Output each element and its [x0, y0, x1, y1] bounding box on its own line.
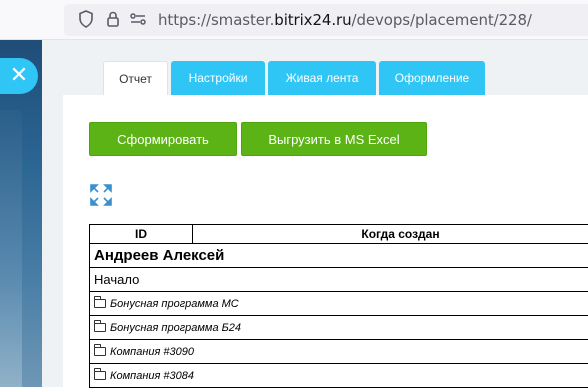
lock-icon[interactable] [103, 9, 123, 29]
tab-report[interactable]: Отчет [103, 61, 168, 96]
permissions-icon[interactable] [128, 9, 148, 29]
table-row[interactable]: Бонусная программа Б24 [90, 316, 588, 340]
start-label: Начало [90, 268, 588, 292]
url-text[interactable]: https://smaster.bitrix24.ru/devops/place… [158, 11, 532, 29]
tab-design[interactable]: Оформление [379, 61, 485, 95]
url-path: /devops/placement/228/ [352, 11, 532, 29]
expand-icon[interactable] [89, 183, 113, 207]
folder-icon [94, 299, 106, 308]
folder-label[interactable]: Бонусная программа МС [110, 298, 239, 310]
folder-icon [94, 347, 106, 356]
folder-label[interactable]: Компания #3090 [110, 346, 194, 358]
table-row[interactable]: Компания #3084 [90, 364, 588, 388]
report-table: ID Когда создан Андреев Алексей Начало Б… [89, 224, 588, 388]
folder-label[interactable]: Бонусная программа Б24 [110, 322, 241, 334]
folder-icon [94, 371, 106, 380]
side-panel-strip [0, 110, 22, 387]
url-domain: bitrix24.ru [274, 11, 351, 29]
table-row: Андреев Алексей [90, 244, 588, 268]
tab-settings[interactable]: Настройки [171, 61, 265, 95]
close-icon[interactable]: ✕ [0, 58, 38, 94]
table-row[interactable]: Компания #3090 [90, 340, 588, 364]
generate-button[interactable]: Сформировать [89, 122, 237, 156]
report-panel: Сформировать Выгрузить в MS Excel ID Ког… [63, 95, 588, 387]
tab-live-feed[interactable]: Живая лента [268, 61, 376, 95]
url-prefix: https://smaster. [158, 11, 274, 29]
table-row: Начало [90, 268, 588, 292]
column-header-created[interactable]: Когда создан [193, 225, 588, 244]
column-header-id[interactable]: ID [90, 225, 193, 244]
export-excel-button[interactable]: Выгрузить в MS Excel [241, 122, 427, 156]
browser-address-bar: https://smaster.bitrix24.ru/devops/place… [0, 0, 588, 40]
folder-label[interactable]: Компания #3084 [110, 370, 194, 382]
shield-icon[interactable] [76, 9, 96, 29]
folder-icon [94, 323, 106, 332]
person-group-name: Андреев Алексей [90, 244, 588, 268]
table-row[interactable]: Бонусная программа МС [90, 292, 588, 316]
app-slider: Отчет Настройки Живая лента Оформление С… [42, 40, 588, 387]
